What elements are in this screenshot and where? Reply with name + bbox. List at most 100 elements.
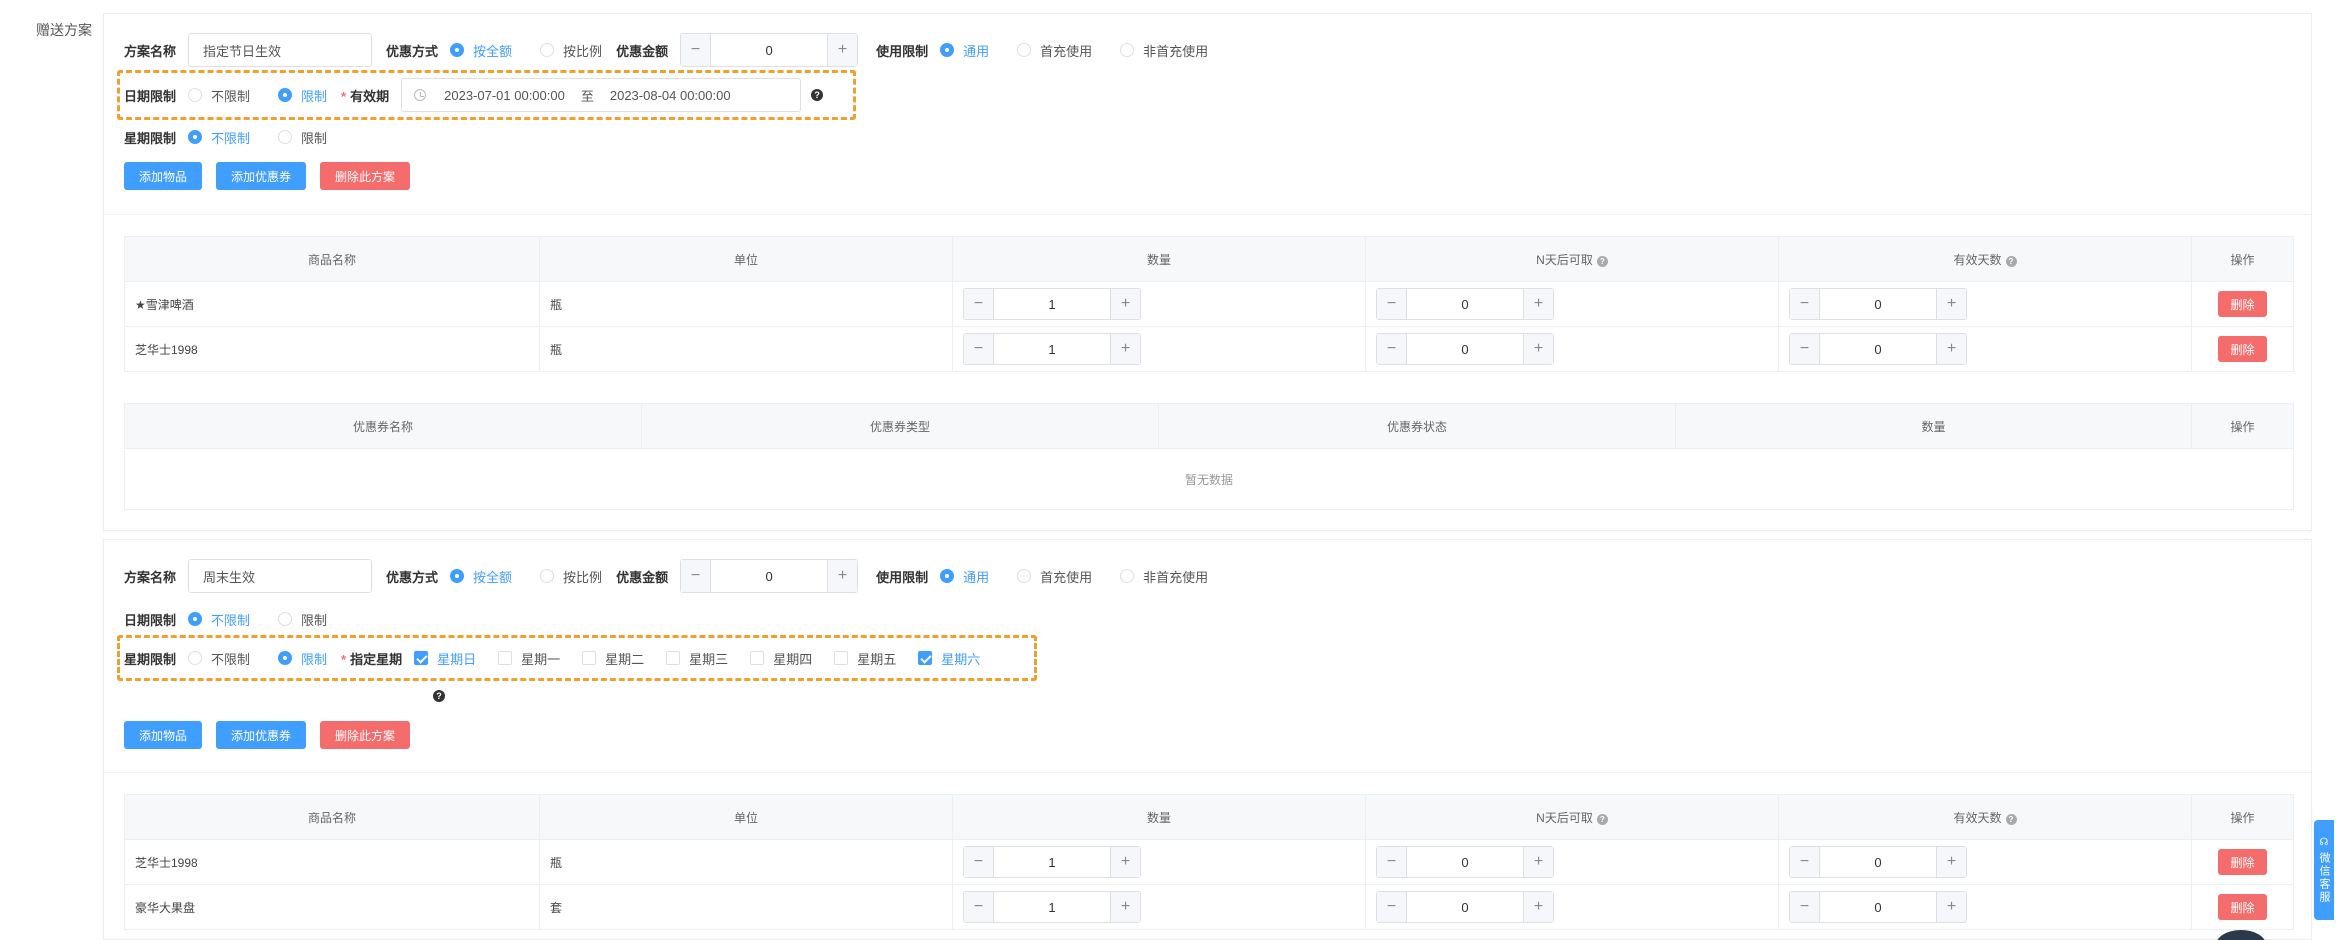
stepper-value[interactable]: 0 [711, 34, 827, 66]
radio-general[interactable]: 通用 [940, 41, 989, 60]
date-end[interactable]: 2023-08-04 00:00:00 [610, 88, 731, 103]
radio-week-unlimited[interactable]: 不限制 [188, 649, 250, 668]
qty-stepper[interactable]: −1 + [963, 288, 1141, 320]
add-coupon-button[interactable]: 添加优惠券 [216, 721, 307, 749]
radio-week-limited[interactable]: 限制 [278, 128, 327, 147]
minus-icon[interactable]: − [964, 334, 994, 364]
help-icon[interactable]: ? [2005, 255, 2017, 267]
radio-first-recharge[interactable]: 首充使用 [1017, 567, 1092, 586]
checkbox-saturday[interactable]: 星期六 [918, 649, 980, 668]
radio-by-ratio[interactable]: 按比例 [540, 567, 602, 586]
ndays-stepper[interactable]: −0 + [1376, 288, 1554, 320]
stepper-value[interactable]: 0 [1820, 892, 1936, 922]
radio-date-limited[interactable]: 限制 [278, 610, 327, 629]
plus-icon[interactable]: + [1110, 334, 1140, 364]
plus-icon[interactable]: + [1110, 847, 1140, 877]
valid-days-stepper[interactable]: −0 + [1789, 846, 1967, 878]
checkbox-friday[interactable]: 星期五 [834, 649, 896, 668]
checkbox-tuesday[interactable]: 星期二 [582, 649, 644, 668]
wechat-service-button[interactable]: ☊ 微信客服 [2314, 820, 2334, 920]
stepper-value[interactable]: 0 [1820, 334, 1936, 364]
checkbox-thursday[interactable]: 星期四 [750, 649, 812, 668]
minus-icon[interactable]: − [1377, 289, 1407, 319]
minus-icon[interactable]: − [1790, 289, 1820, 319]
plus-icon[interactable]: + [827, 34, 858, 66]
date-start[interactable]: 2023-07-01 00:00:00 [444, 88, 565, 103]
stepper-value[interactable]: 0 [711, 560, 827, 592]
checkbox-monday[interactable]: 星期一 [498, 649, 560, 668]
ndays-stepper[interactable]: −0 + [1376, 846, 1554, 878]
minus-icon[interactable]: − [1790, 847, 1820, 877]
radio-date-unlimited[interactable]: 不限制 [188, 610, 250, 629]
delete-plan-button[interactable]: 删除此方案 [320, 721, 411, 749]
ndays-stepper[interactable]: −0 + [1376, 333, 1554, 365]
plus-icon[interactable]: + [1936, 847, 1966, 877]
stepper-value[interactable]: 1 [994, 289, 1110, 319]
discount-amount-stepper[interactable]: − 0 + [680, 559, 859, 593]
help-icon[interactable]: ? [811, 89, 824, 101]
checkbox-wednesday[interactable]: 星期三 [666, 649, 728, 668]
ndays-stepper[interactable]: −0 + [1376, 891, 1554, 923]
radio-general[interactable]: 通用 [940, 567, 989, 586]
plus-icon[interactable]: + [1110, 289, 1140, 319]
radio-first-recharge[interactable]: 首充使用 [1017, 41, 1092, 60]
radio-week-unlimited[interactable]: 不限制 [188, 128, 250, 147]
minus-icon[interactable]: − [1377, 892, 1407, 922]
add-item-button[interactable]: 添加物品 [124, 721, 203, 749]
discount-amount-stepper[interactable]: − 0 + [680, 33, 859, 67]
stepper-value[interactable]: 0 [1407, 289, 1523, 319]
stepper-value[interactable]: 0 [1407, 334, 1523, 364]
qty-stepper[interactable]: −1 + [963, 333, 1141, 365]
radio-date-unlimited[interactable]: 不限制 [188, 86, 250, 105]
stepper-value[interactable]: 0 [1820, 289, 1936, 319]
minus-icon[interactable]: − [681, 560, 712, 592]
radio-non-first-recharge[interactable]: 非首充使用 [1120, 41, 1208, 60]
minus-icon[interactable]: − [681, 34, 712, 66]
valid-days-stepper[interactable]: −0 + [1789, 333, 1967, 365]
radio-by-ratio[interactable]: 按比例 [540, 41, 602, 60]
valid-days-stepper[interactable]: −0 + [1789, 288, 1967, 320]
help-icon[interactable]: ? [1596, 813, 1608, 825]
minus-icon[interactable]: − [964, 892, 994, 922]
date-range-picker[interactable]: 2023-07-01 00:00:00 至 2023-08-04 00:00:0… [401, 78, 802, 112]
radio-date-limited[interactable]: 限制 [278, 86, 327, 105]
plus-icon[interactable]: + [1936, 289, 1966, 319]
plus-icon[interactable]: + [1523, 289, 1553, 319]
delete-row-button[interactable]: 删除 [2218, 894, 2267, 920]
add-item-button[interactable]: 添加物品 [124, 162, 203, 190]
stepper-value[interactable]: 1 [994, 892, 1110, 922]
plus-icon[interactable]: + [1523, 847, 1553, 877]
delete-row-button[interactable]: 删除 [2218, 336, 2267, 362]
help-icon[interactable]: ? [433, 690, 445, 702]
minus-icon[interactable]: − [964, 289, 994, 319]
plus-icon[interactable]: + [1523, 334, 1553, 364]
plus-icon[interactable]: + [827, 560, 858, 592]
stepper-value[interactable]: 0 [1407, 847, 1523, 877]
help-icon[interactable]: ? [1596, 255, 1608, 267]
delete-row-button[interactable]: 删除 [2218, 849, 2267, 875]
plus-icon[interactable]: + [1936, 892, 1966, 922]
minus-icon[interactable]: − [1790, 334, 1820, 364]
plan-name-input[interactable]: 指定节日生效 [188, 33, 373, 67]
plus-icon[interactable]: + [1110, 892, 1140, 922]
delete-row-button[interactable]: 删除 [2218, 291, 2267, 317]
stepper-value[interactable]: 1 [994, 847, 1110, 877]
radio-by-amount[interactable]: 按全额 [450, 567, 512, 586]
qty-stepper[interactable]: −1 + [963, 846, 1141, 878]
stepper-value[interactable]: 0 [1820, 847, 1936, 877]
minus-icon[interactable]: − [964, 847, 994, 877]
stepper-value[interactable]: 0 [1407, 892, 1523, 922]
stepper-value[interactable]: 1 [994, 334, 1110, 364]
radio-non-first-recharge[interactable]: 非首充使用 [1120, 567, 1208, 586]
checkbox-sunday[interactable]: 星期日 [414, 649, 476, 668]
plan-name-input[interactable]: 周末生效 [188, 559, 373, 593]
help-icon[interactable]: ? [2005, 813, 2017, 825]
radio-week-limited[interactable]: 限制 [278, 649, 327, 668]
minus-icon[interactable]: − [1377, 847, 1407, 877]
minus-icon[interactable]: − [1377, 334, 1407, 364]
plus-icon[interactable]: + [1523, 892, 1553, 922]
qty-stepper[interactable]: −1 + [963, 891, 1141, 923]
add-coupon-button[interactable]: 添加优惠券 [216, 162, 307, 190]
valid-days-stepper[interactable]: −0 + [1789, 891, 1967, 923]
radio-by-amount[interactable]: 按全额 [450, 41, 512, 60]
